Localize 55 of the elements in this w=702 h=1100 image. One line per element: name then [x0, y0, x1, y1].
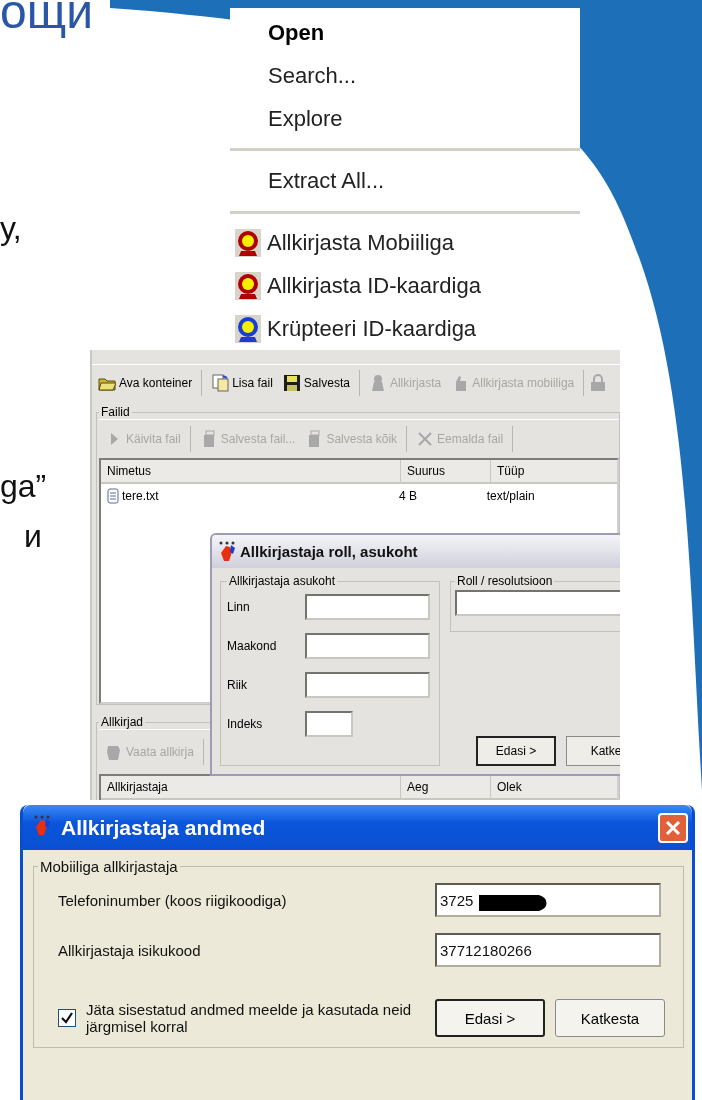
- group-title: Failid: [100, 405, 131, 419]
- table-cell: tere.txt: [101, 488, 393, 504]
- checkbox[interactable]: [58, 1009, 76, 1027]
- input-field[interactable]: [305, 672, 430, 698]
- slide-text: и: [24, 520, 42, 552]
- document-icon: [211, 374, 230, 392]
- toolbar-button[interactable]: Lisa fail: [207, 372, 277, 394]
- menu-item[interactable]: Open: [230, 12, 325, 55]
- menu-item[interactable]: Allkirjasta ID-kaardiga: [230, 264, 481, 308]
- slide-text: ga”: [0, 470, 47, 502]
- window-title: Allkirjastaja andmed: [61, 815, 267, 840]
- column-header[interactable]: Suurus: [401, 460, 491, 482]
- close-button[interactable]: [658, 812, 688, 843]
- window-title: Allkirjastaja roll, asukoht: [240, 543, 418, 560]
- menu-item[interactable]: Extract All...: [230, 159, 385, 203]
- column-header[interactable]: Tüüp: [491, 460, 620, 482]
- lock-icon: [589, 374, 608, 392]
- input-field[interactable]: [305, 711, 353, 737]
- menu-item[interactable]: Explore: [230, 97, 343, 140]
- field-label: Maakond: [227, 639, 278, 653]
- input-field[interactable]: 37712180266: [435, 933, 661, 967]
- toolbar-button[interactable]: Ava konteiner: [94, 372, 197, 394]
- group-title: Roll / resolutsioon: [456, 574, 554, 588]
- cancel-button[interactable]: Katke: [566, 736, 620, 766]
- cancel-button[interactable]: Katkesta: [555, 999, 665, 1037]
- input-field[interactable]: [455, 590, 620, 616]
- field-label: Allkirjastaja isikukood: [58, 941, 202, 959]
- menu-item[interactable]: Allkirjasta Mobiiliga: [230, 222, 455, 265]
- input-field[interactable]: [305, 594, 430, 620]
- group-title: Allkirjad: [100, 715, 144, 729]
- next-button[interactable]: Edasi >: [435, 999, 545, 1037]
- close-icon: [665, 819, 681, 836]
- field-label: Linn: [227, 600, 251, 614]
- group-title: Mobiiliga allkirjastaja: [39, 858, 179, 875]
- input-field[interactable]: 3725: [435, 883, 661, 917]
- next-button[interactable]: Edasi >: [476, 736, 556, 766]
- floppy-icon: [282, 374, 301, 392]
- slide-title: ощи: [0, 0, 93, 36]
- column-header[interactable]: Nimetus: [101, 460, 401, 482]
- check-icon: [61, 1012, 73, 1024]
- table-cell-text: 4 B: [397, 489, 418, 503]
- checkbox-label: Jäta sisestatud andmed meelde ja kasutada neid järgmisel korral: [86, 1001, 413, 1035]
- text-file-icon: [107, 488, 119, 504]
- app-icon: [218, 540, 236, 563]
- toolbar-button[interactable]: Salvesta: [278, 372, 354, 394]
- table-cell-text: text/plain: [485, 489, 536, 503]
- group-title: Allkirjastaja asukoht: [228, 574, 337, 588]
- input-field[interactable]: [305, 633, 430, 659]
- slide-text: у,: [0, 212, 22, 244]
- field-label: Indeks: [227, 717, 264, 731]
- menu-item[interactable]: Krüpteeri ID-kaardiga: [230, 307, 477, 350]
- cross-icon: [416, 430, 435, 448]
- field-label: Riik: [227, 678, 248, 692]
- menu-item[interactable]: Search...: [230, 54, 357, 98]
- field-label: Telefoninumber (koos riigikoodiga): [58, 891, 288, 909]
